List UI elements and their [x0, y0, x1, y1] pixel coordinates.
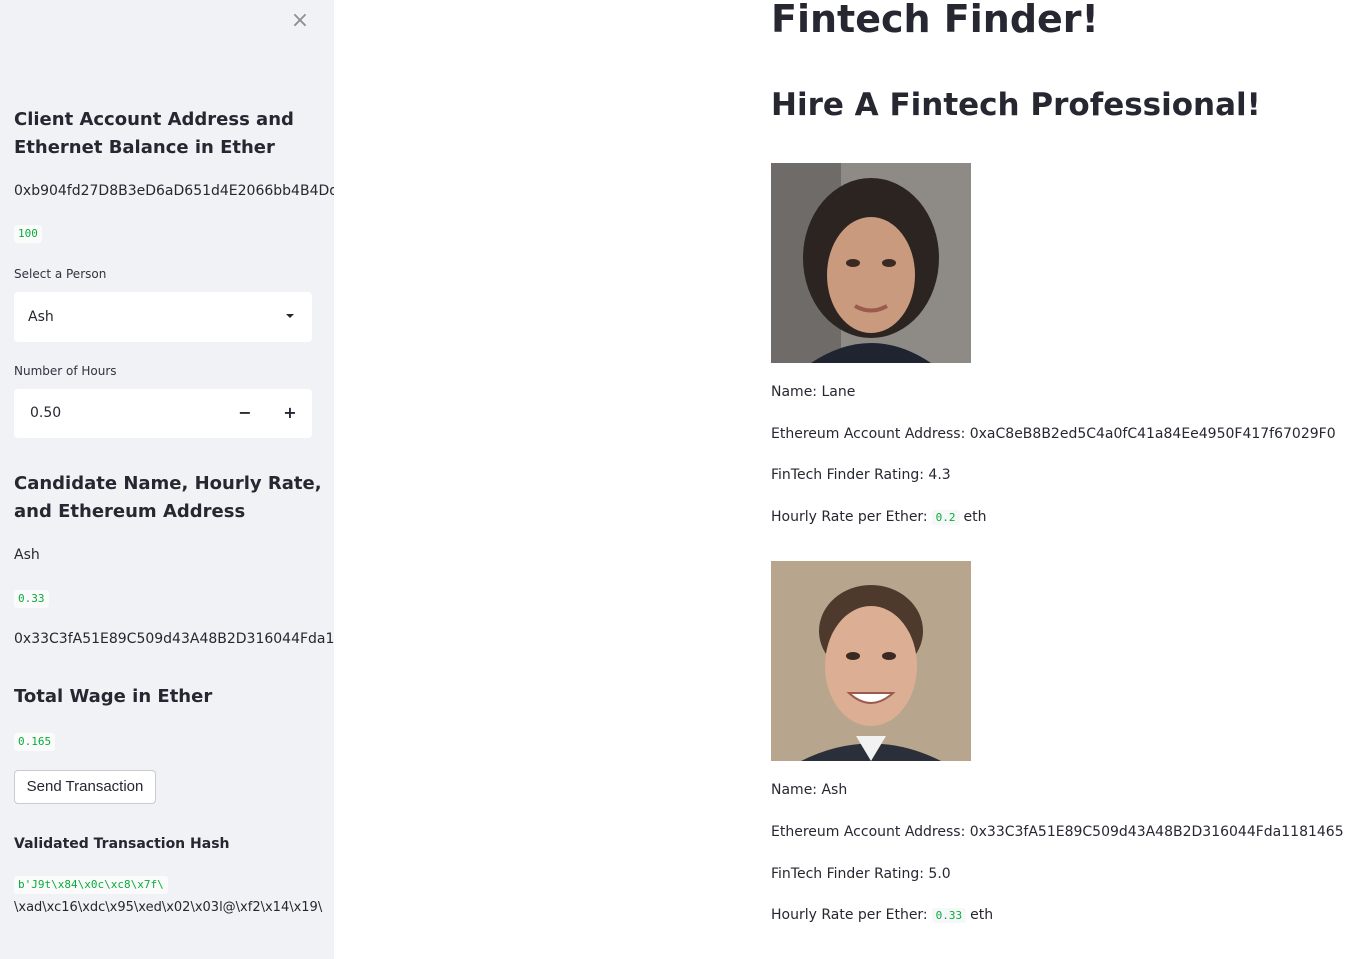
increment-button[interactable]: + — [275, 398, 305, 428]
candidate-heading: Candidate Name, Hourly Rate, and Ethereu… — [14, 473, 322, 522]
rate-unit: eth — [963, 509, 987, 525]
account-address: 0xb904fd27D8B3eD6aD651d4E2066bb4B4Dd8e — [14, 183, 334, 199]
account-heading: Client Account Address and Ethernet Bala… — [14, 109, 294, 158]
rate-value: 0.2 — [931, 510, 960, 525]
candidate-rate-row: Hourly Rate per Ether: 0.2 eth — [771, 507, 987, 528]
candidate-photo — [771, 561, 971, 761]
chevron-down-icon — [286, 314, 294, 318]
hash-line-1: b'J9t\x84\x0c\xc8\x7f\ — [14, 876, 168, 894]
balance-value: 100 — [14, 225, 42, 243]
rate-prefix: Hourly Rate per Ether: — [771, 907, 928, 923]
hours-number-input[interactable]: 0.50 − + — [14, 389, 312, 438]
hash-line-2: \xad\xc16\xdc\x95\xed\x02\x03l@\xf2\x14\… — [14, 900, 323, 915]
rate-prefix: Hourly Rate per Ether: — [771, 509, 928, 525]
candidate-name: Ash — [14, 547, 40, 563]
page-subtitle: Hire A Fintech Professional! — [771, 87, 1261, 123]
candidate-name: Name: Ash — [771, 782, 848, 798]
rate-unit: eth — [970, 907, 994, 923]
page-title: Fintech Finder! — [771, 0, 1099, 41]
candidate-name: Name: Lane — [771, 384, 856, 400]
app-root: × Client Account Address and Ethernet Ba… — [0, 0, 1359, 959]
candidate-address: Ethereum Account Address: 0xaC8eB8B2ed5C… — [771, 426, 1336, 442]
wage-heading: Total Wage in Ether — [14, 686, 213, 707]
decrement-button[interactable]: − — [230, 398, 260, 428]
candidate-address: Ethereum Account Address: 0x33C3fA51E89C… — [771, 824, 1344, 840]
close-sidebar-icon[interactable]: × — [289, 10, 311, 32]
candidate-rating: FinTech Finder Rating: 4.3 — [771, 467, 951, 483]
wage-value: 0.165 — [14, 733, 56, 751]
hash-heading: Validated Transaction Hash — [14, 836, 230, 852]
sidebar: × Client Account Address and Ethernet Ba… — [0, 0, 334, 959]
send-transaction-button[interactable]: Send Transaction — [14, 770, 156, 804]
candidate-rate: 0.33 — [14, 590, 49, 608]
select-person-dropdown[interactable]: Ash — [14, 292, 312, 342]
candidate-address: 0x33C3fA51E89C509d43A48B2D316044Fda1181 — [14, 631, 334, 647]
select-person-value: Ash — [28, 309, 54, 325]
select-person-label: Select a Person — [14, 267, 107, 281]
hours-value: 0.50 — [30, 405, 62, 421]
rate-value: 0.33 — [931, 908, 967, 923]
hours-label: Number of Hours — [14, 364, 117, 378]
candidate-photo — [771, 163, 971, 363]
candidate-rating: FinTech Finder Rating: 5.0 — [771, 866, 951, 882]
candidate-rate-row: Hourly Rate per Ether: 0.33 eth — [771, 905, 993, 926]
